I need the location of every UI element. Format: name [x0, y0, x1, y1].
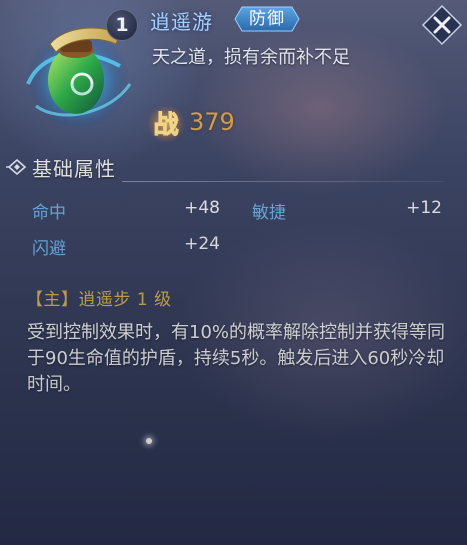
- sparkle-decoration: [146, 438, 152, 444]
- attr-value-agility: +12: [406, 198, 442, 218]
- attr-value-hit: +48: [184, 198, 220, 218]
- battle-power-icon: 战: [146, 104, 186, 144]
- diamond-bullet-icon: [6, 159, 27, 175]
- basic-attributes-title: 基础属性: [32, 157, 116, 181]
- attr-name-hit: 命中: [32, 203, 66, 223]
- item-level-badge: 1: [106, 9, 138, 41]
- item-type-label: 防御: [249, 9, 285, 29]
- skill-description: 受到控制效果时，有10%的概率解除控制并获得等同于90生命值的护盾，持续5秒。触…: [27, 322, 446, 395]
- attr-value-dodge: +24: [184, 234, 220, 254]
- item-name: 逍遥游: [150, 10, 213, 34]
- item-type-tag: 防御: [234, 6, 300, 32]
- attr-name-agility: 敏捷: [252, 203, 286, 223]
- battle-power-value: 379: [189, 108, 235, 136]
- skill-title: 【主】逍遥步 1 级: [26, 290, 172, 310]
- basic-attributes-header: 基础属性: [4, 152, 444, 182]
- section-divider: [122, 181, 444, 182]
- item-tooltip-panel: 1 逍遥游 防御 天之道，损有余而补不足 战 379 基础属性 命中 +48 敏…: [0, 0, 467, 545]
- close-icon: [421, 4, 463, 46]
- close-button[interactable]: [421, 4, 463, 46]
- item-motto: 天之道，损有余而补不足: [152, 47, 350, 68]
- battle-power-glyph: 战: [153, 110, 178, 139]
- attr-name-dodge: 闪避: [32, 239, 66, 259]
